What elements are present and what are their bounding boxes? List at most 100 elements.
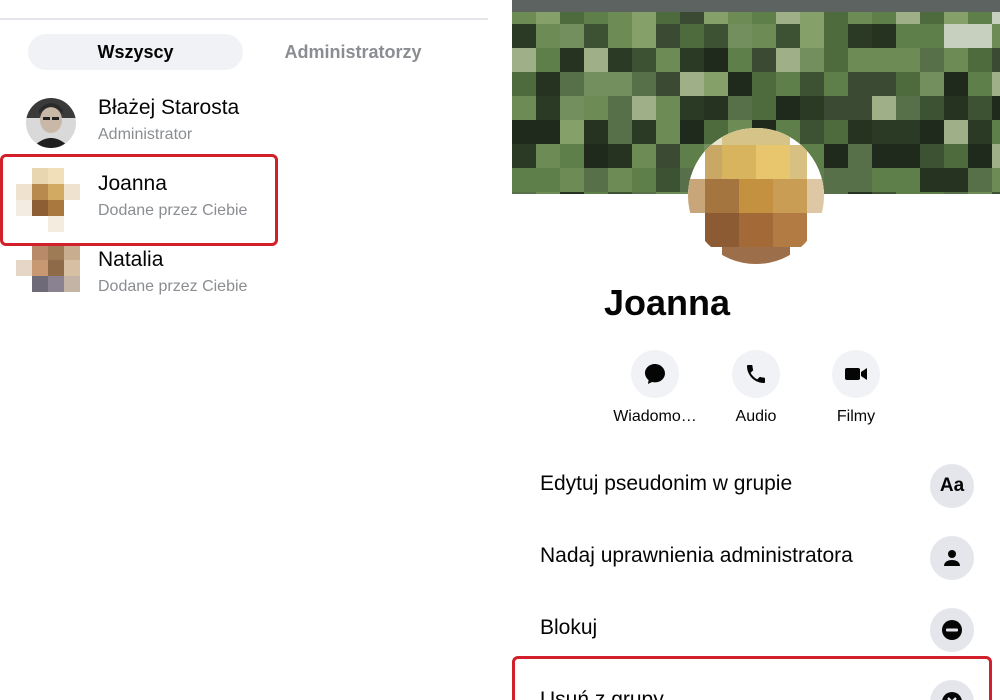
cover-pixel: [536, 96, 560, 120]
cover-pixel: [560, 168, 584, 192]
cover-pixel: [800, 96, 824, 120]
cover-pixel: [920, 96, 944, 120]
avatar: [26, 98, 76, 148]
cover-pixel: [560, 96, 584, 120]
cover-pixel: [728, 48, 752, 72]
cover-pixel: [968, 72, 992, 96]
member-role: Dodane przez Ciebie: [98, 278, 248, 295]
cover-top-band: [512, 0, 1000, 12]
cover-pixel: [800, 24, 824, 48]
cover-pixel: [560, 72, 584, 96]
tab-all[interactable]: Wszyscy: [28, 34, 243, 70]
cover-pixel: [824, 72, 848, 96]
cover-pixel: [560, 24, 584, 48]
cover-pixel: [896, 120, 920, 144]
cover-pixel: [632, 96, 656, 120]
cover-pixel: [968, 24, 992, 48]
cover-pixel: [536, 192, 560, 194]
cover-pixel: [680, 96, 704, 120]
cover-pixel: [608, 168, 632, 192]
cover-pixel: [920, 120, 944, 144]
cover-pixel: [512, 120, 536, 144]
cover-pixel: [872, 168, 896, 192]
cover-pixel: [584, 48, 608, 72]
cover-pixel: [608, 72, 632, 96]
cover-pixel: [848, 96, 872, 120]
action-label: Filmy: [836, 408, 876, 425]
cover-pixel: [896, 144, 920, 168]
cover-pixel: [824, 24, 848, 48]
member-name: Błażej Starosta: [98, 96, 240, 119]
cover-pixel: [992, 144, 1000, 168]
text-aa-icon: Aa: [930, 464, 974, 508]
block-option[interactable]: Blokuj: [512, 600, 1000, 660]
cover-pixel: [992, 168, 1000, 192]
cover-pixel: [992, 192, 1000, 194]
cover-pixel: [584, 192, 608, 194]
block-icon: [930, 608, 974, 652]
cover-pixel: [656, 144, 680, 168]
cover-pixel: [560, 144, 584, 168]
cover-pixel: [632, 144, 656, 168]
header-divider: [0, 18, 488, 20]
cover-pixel: [992, 96, 1000, 120]
avatar: [16, 244, 80, 308]
cover-pixel: [584, 168, 608, 192]
cover-pixel: [848, 192, 872, 194]
cover-pixel: [632, 120, 656, 144]
cover-pixel: [800, 48, 824, 72]
person-icon: [930, 536, 974, 580]
cover-pixel: [824, 96, 848, 120]
cover-pixel: [824, 144, 848, 168]
cover-pixel: [704, 96, 728, 120]
cover-pixel: [920, 192, 944, 194]
cover-pixel: [680, 120, 704, 144]
video-action[interactable]: Filmy: [806, 350, 906, 426]
cover-pixel: [632, 192, 656, 194]
message-action[interactable]: Wiadomo…: [605, 350, 705, 426]
tab-admins[interactable]: Administratorzy: [258, 34, 448, 70]
member-role: Administrator: [98, 126, 193, 143]
cover-pixel: [632, 24, 656, 48]
cover-pixel: [656, 168, 680, 192]
cover-pixel: [536, 144, 560, 168]
member-row[interactable]: Natalia Dodane przez Ciebie: [0, 238, 490, 314]
cover-pixel: [512, 48, 536, 72]
cover-pixel: [896, 72, 920, 96]
member-name: Natalia: [98, 248, 164, 271]
cover-pixel: [992, 120, 1000, 144]
member-row[interactable]: Błażej Starosta Administrator: [0, 86, 490, 162]
cover-pixel: [776, 48, 800, 72]
cover-pixel: [944, 192, 968, 194]
cover-pixel: [752, 48, 776, 72]
cover-pixel: [968, 96, 992, 120]
cover-pixel: [776, 72, 800, 96]
cover-pixel: [512, 168, 536, 192]
cover-pixel: [920, 24, 944, 48]
cover-pixel: [800, 120, 824, 144]
cover-pixel: [752, 96, 776, 120]
cover-pixel: [896, 48, 920, 72]
cover-pixel: [776, 96, 800, 120]
action-label: Audio: [735, 408, 777, 425]
cover-pixel: [968, 120, 992, 144]
cover-pixel: [848, 24, 872, 48]
video-camera-icon[interactable]: [832, 350, 880, 398]
cover-pixel: [536, 168, 560, 192]
edit-nickname-option[interactable]: Edytuj pseudonim w grupie Aa: [512, 456, 1000, 516]
member-row[interactable]: Joanna Dodane przez Ciebie: [0, 162, 490, 238]
cover-pixel: [560, 120, 584, 144]
cover-pixel: [896, 96, 920, 120]
message-bubble-icon[interactable]: [631, 350, 679, 398]
cover-pixel: [800, 72, 824, 96]
cover-pixel: [824, 192, 848, 194]
remove-from-group-option[interactable]: Usuń z grupy: [512, 672, 1000, 700]
cover-pixel: [968, 168, 992, 192]
cover-pixel: [968, 192, 992, 194]
audio-action[interactable]: Audio: [706, 350, 806, 426]
phone-icon[interactable]: [732, 350, 780, 398]
cover-pixel: [536, 120, 560, 144]
cover-pixel: [728, 96, 752, 120]
cover-pixel: [872, 72, 896, 96]
make-admin-option[interactable]: Nadaj uprawnienia administratora: [512, 528, 1000, 588]
